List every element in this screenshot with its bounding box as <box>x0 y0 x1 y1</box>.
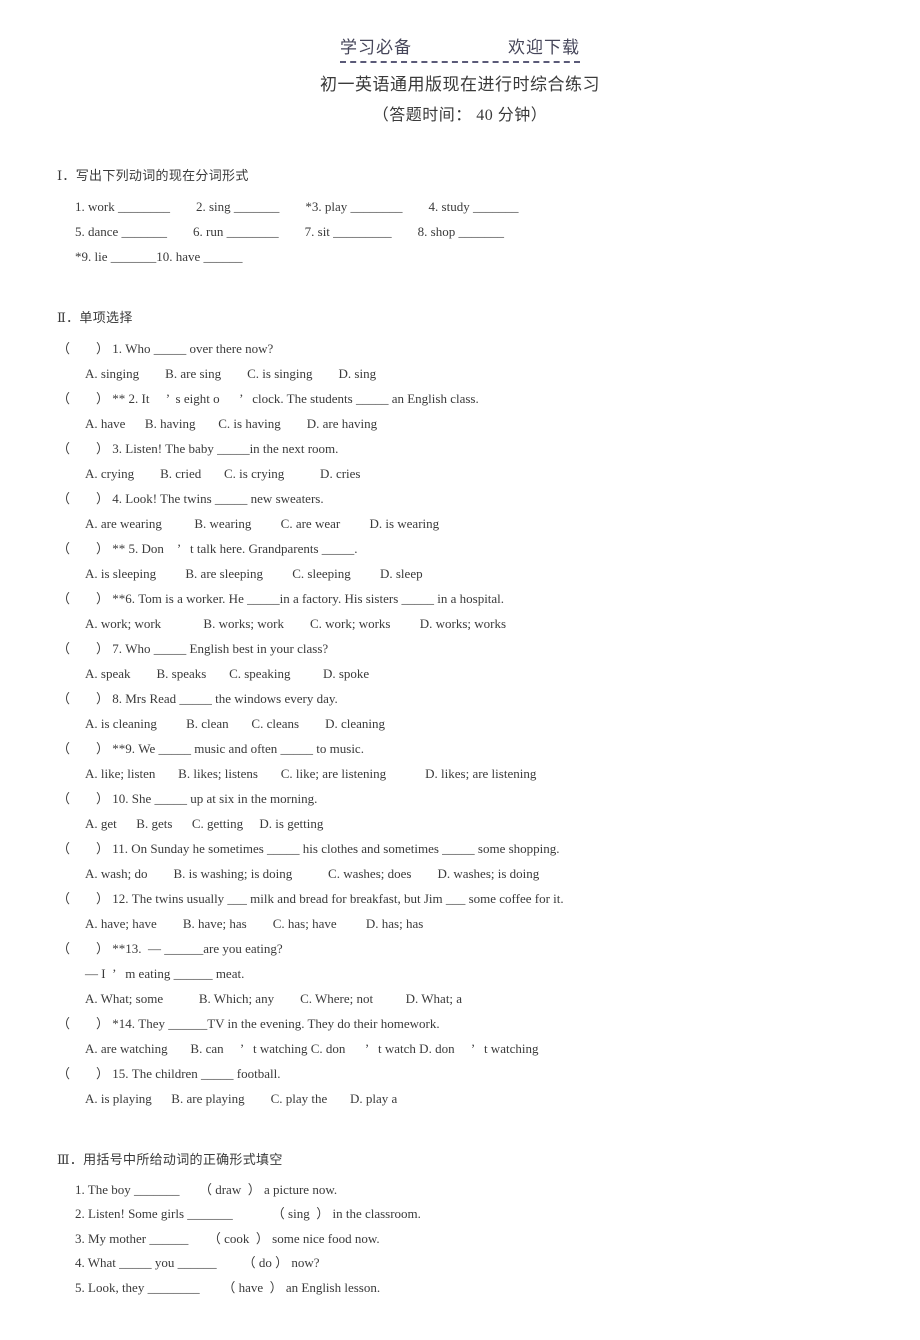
question-stem: （ ） 3. Listen! The baby _____in the next… <box>57 440 339 456</box>
section-two: Ⅱ．单项选择 （ ） 1. Who _____ over there now? … <box>57 307 880 1111</box>
question-stem: （ ） 1. Who _____ over there now? <box>57 340 274 356</box>
section-one-heading: Ⅰ．写出下列动词的现在分词形式 <box>57 167 249 183</box>
watermark-right-text: 欢迎下载 <box>508 38 580 57</box>
question-stem: （ ） 15. The children _____ football. <box>57 1065 281 1081</box>
section-two-heading: Ⅱ．单项选择 <box>57 309 133 325</box>
page-watermark-header: 学习必备 欢迎下载 <box>0 38 920 63</box>
section-three: Ⅲ．用括号中所给动词的正确形式填空 1. The boy _______ （ d… <box>57 1149 880 1301</box>
question-options: A. singing B. are sing C. is singing D. … <box>85 365 377 381</box>
question-options: A. have B. having C. is having D. are ha… <box>85 415 378 431</box>
fill-blank-item: 5. Look, they ________ （ have ） an Engli… <box>75 1279 381 1295</box>
question-options: A. work; work B. works; work C. work; wo… <box>85 615 507 631</box>
question-options: A. is sleeping B. are sleeping C. sleepi… <box>85 565 423 581</box>
document-page: 学习必备 欢迎下载 初一英语通用版现在进行时综合练习 （答题时间： 40 分钟） … <box>0 38 920 1340</box>
section-one-line: *9. lie _______10. have ______ <box>75 248 243 264</box>
question-stem: （ ） ** 5. Don ’ t talk here. Grandparent… <box>57 540 358 556</box>
question-stem: （ ） **6. Tom is a worker. He _____in a f… <box>57 590 505 606</box>
fill-blank-item: 4. What _____ you ______ （ do ） now? <box>75 1255 320 1271</box>
question-stem: （ ） **13. — ______are you eating? <box>57 940 283 956</box>
fill-blank-item: 2. Listen! Some girls _______ （ sing ） i… <box>75 1206 421 1222</box>
question-options: A. are watching B. can ’ t watching C. d… <box>85 1040 539 1056</box>
section-one-line: 5. dance _______ 6. run ________ 7. sit … <box>75 223 504 239</box>
question-options: A. have; have B. have; has C. has; have … <box>85 915 424 931</box>
question-continuation: — I ’ m eating ______ meat. <box>85 965 245 981</box>
question-stem: （ ） *14. They ______TV in the evening. T… <box>57 1015 440 1031</box>
question-stem: （ ） 10. She _____ up at six in the morni… <box>57 790 318 806</box>
question-options: A. What; some B. Which; any C. Where; no… <box>85 990 463 1006</box>
question-options: A. are wearing B. wearing C. are wear D.… <box>85 515 440 531</box>
document-title: 初一英语通用版现在进行时综合练习 <box>320 74 600 94</box>
question-options: A. is playing B. are playing C. play the… <box>85 1090 398 1106</box>
question-options: A. get B. gets C. getting D. is getting <box>85 815 324 831</box>
question-stem: （ ） 7. Who _____ English best in your cl… <box>57 640 329 656</box>
fill-blank-item: 3. My mother ______ （ cook ） some nice f… <box>75 1230 380 1246</box>
question-stem: （ ） **9. We _____ music and often _____ … <box>57 740 364 756</box>
question-options: A. is cleaning B. clean C. cleans D. cle… <box>85 715 386 731</box>
question-stem: （ ） 8. Mrs Read _____ the windows every … <box>57 690 338 706</box>
document-subtitle-time-limit: （答题时间： 40 分钟） <box>372 106 548 124</box>
watermark-underlined-group: 学习必备 欢迎下载 <box>340 38 580 63</box>
section-one: Ⅰ．写出下列动词的现在分词形式 1. work ________ 2. sing… <box>57 165 880 269</box>
question-stem: （ ） 12. The twins usually ___ milk and b… <box>57 890 564 906</box>
question-stem: （ ） 4. Look! The twins _____ new sweater… <box>57 490 324 506</box>
section-one-line: 1. work ________ 2. sing _______ *3. pla… <box>75 198 519 214</box>
question-options: A. like; listen B. likes; listens C. lik… <box>85 765 537 781</box>
watermark-left-text: 学习必备 <box>340 38 412 57</box>
question-options: A. speak B. speaks C. speaking D. spoke <box>85 665 370 681</box>
question-options: A. wash; do B. is washing; is doing C. w… <box>85 865 540 881</box>
question-stem: （ ） 11. On Sunday he sometimes _____ his… <box>57 840 560 856</box>
fill-blank-item: 1. The boy _______ （ draw ） a picture no… <box>75 1181 338 1197</box>
section-three-heading: Ⅲ．用括号中所给动词的正确形式填空 <box>57 1151 283 1167</box>
question-stem: （ ） ** 2. It ’ s eight o ’ clock. The st… <box>57 390 479 406</box>
question-options: A. crying B. cried C. is crying D. cries <box>85 465 361 481</box>
